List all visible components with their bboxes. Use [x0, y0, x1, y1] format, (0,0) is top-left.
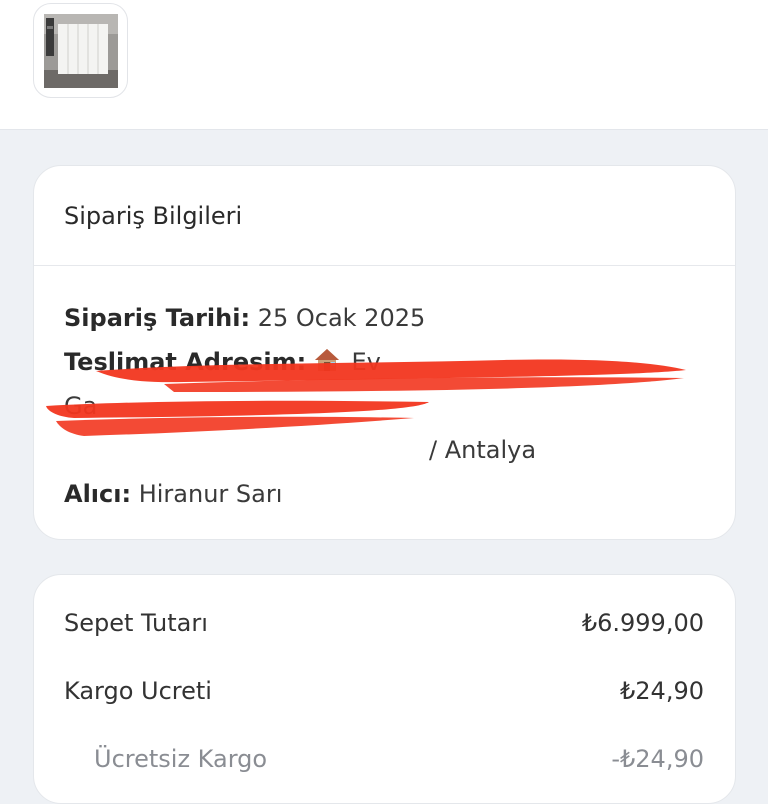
basket-total-label: Sepet Tutarı	[64, 609, 208, 637]
order-info-title: Sipariş Bilgileri	[64, 202, 243, 230]
shipping-fee-label: Kargo Ucreti	[64, 677, 212, 705]
order-summary-card: Sepet Tutarı ₺6.999,00 Kargo Ucreti ₺24,…	[33, 574, 736, 804]
order-info-header: Sipariş Bilgileri	[34, 166, 735, 266]
delivery-address-name: Ev	[351, 348, 381, 376]
recipient-value: Hiranur Sarı	[138, 480, 283, 508]
free-shipping-value: -₺24,90	[611, 745, 704, 773]
basket-total-value: ₺6.999,00	[581, 609, 704, 637]
basket-total-row: Sepet Tutarı ₺6.999,00	[34, 589, 735, 657]
delivery-address-row: Teslimat Adresim: Ev	[64, 346, 735, 390]
order-date-label: Sipariş Tarihi:	[64, 304, 251, 332]
free-shipping-row: Ücretsiz Kargo -₺24,90	[34, 725, 735, 793]
free-shipping-label: Ücretsiz Kargo	[94, 745, 268, 773]
order-info-card: Sipariş Bilgileri Sipariş Tarihi: 25 Oca…	[33, 165, 736, 540]
recipient-label: Alıcı:	[64, 480, 132, 508]
address-line-1: Ga	[64, 392, 98, 420]
order-date-row: Sipariş Tarihi: 25 Ocak 2025	[64, 302, 735, 346]
recipient-row: Alıcı: Hiranur Sarı	[64, 478, 735, 522]
shipping-fee-row: Kargo Ucreti ₺24,90	[34, 657, 735, 725]
address-line-2: / Antalya	[429, 436, 537, 464]
order-info-body: Sipariş Tarihi: 25 Ocak 2025 Teslimat Ad…	[34, 266, 735, 522]
delivery-address-label: Teslimat Adresim:	[64, 348, 307, 376]
house-icon	[314, 349, 339, 371]
product-thumbnail[interactable]	[33, 3, 128, 98]
top-product-strip	[0, 0, 768, 130]
wardrobe-product-image	[43, 13, 118, 88]
shipping-fee-value: ₺24,90	[620, 677, 704, 705]
order-date-value: 25 Ocak 2025	[257, 304, 426, 332]
